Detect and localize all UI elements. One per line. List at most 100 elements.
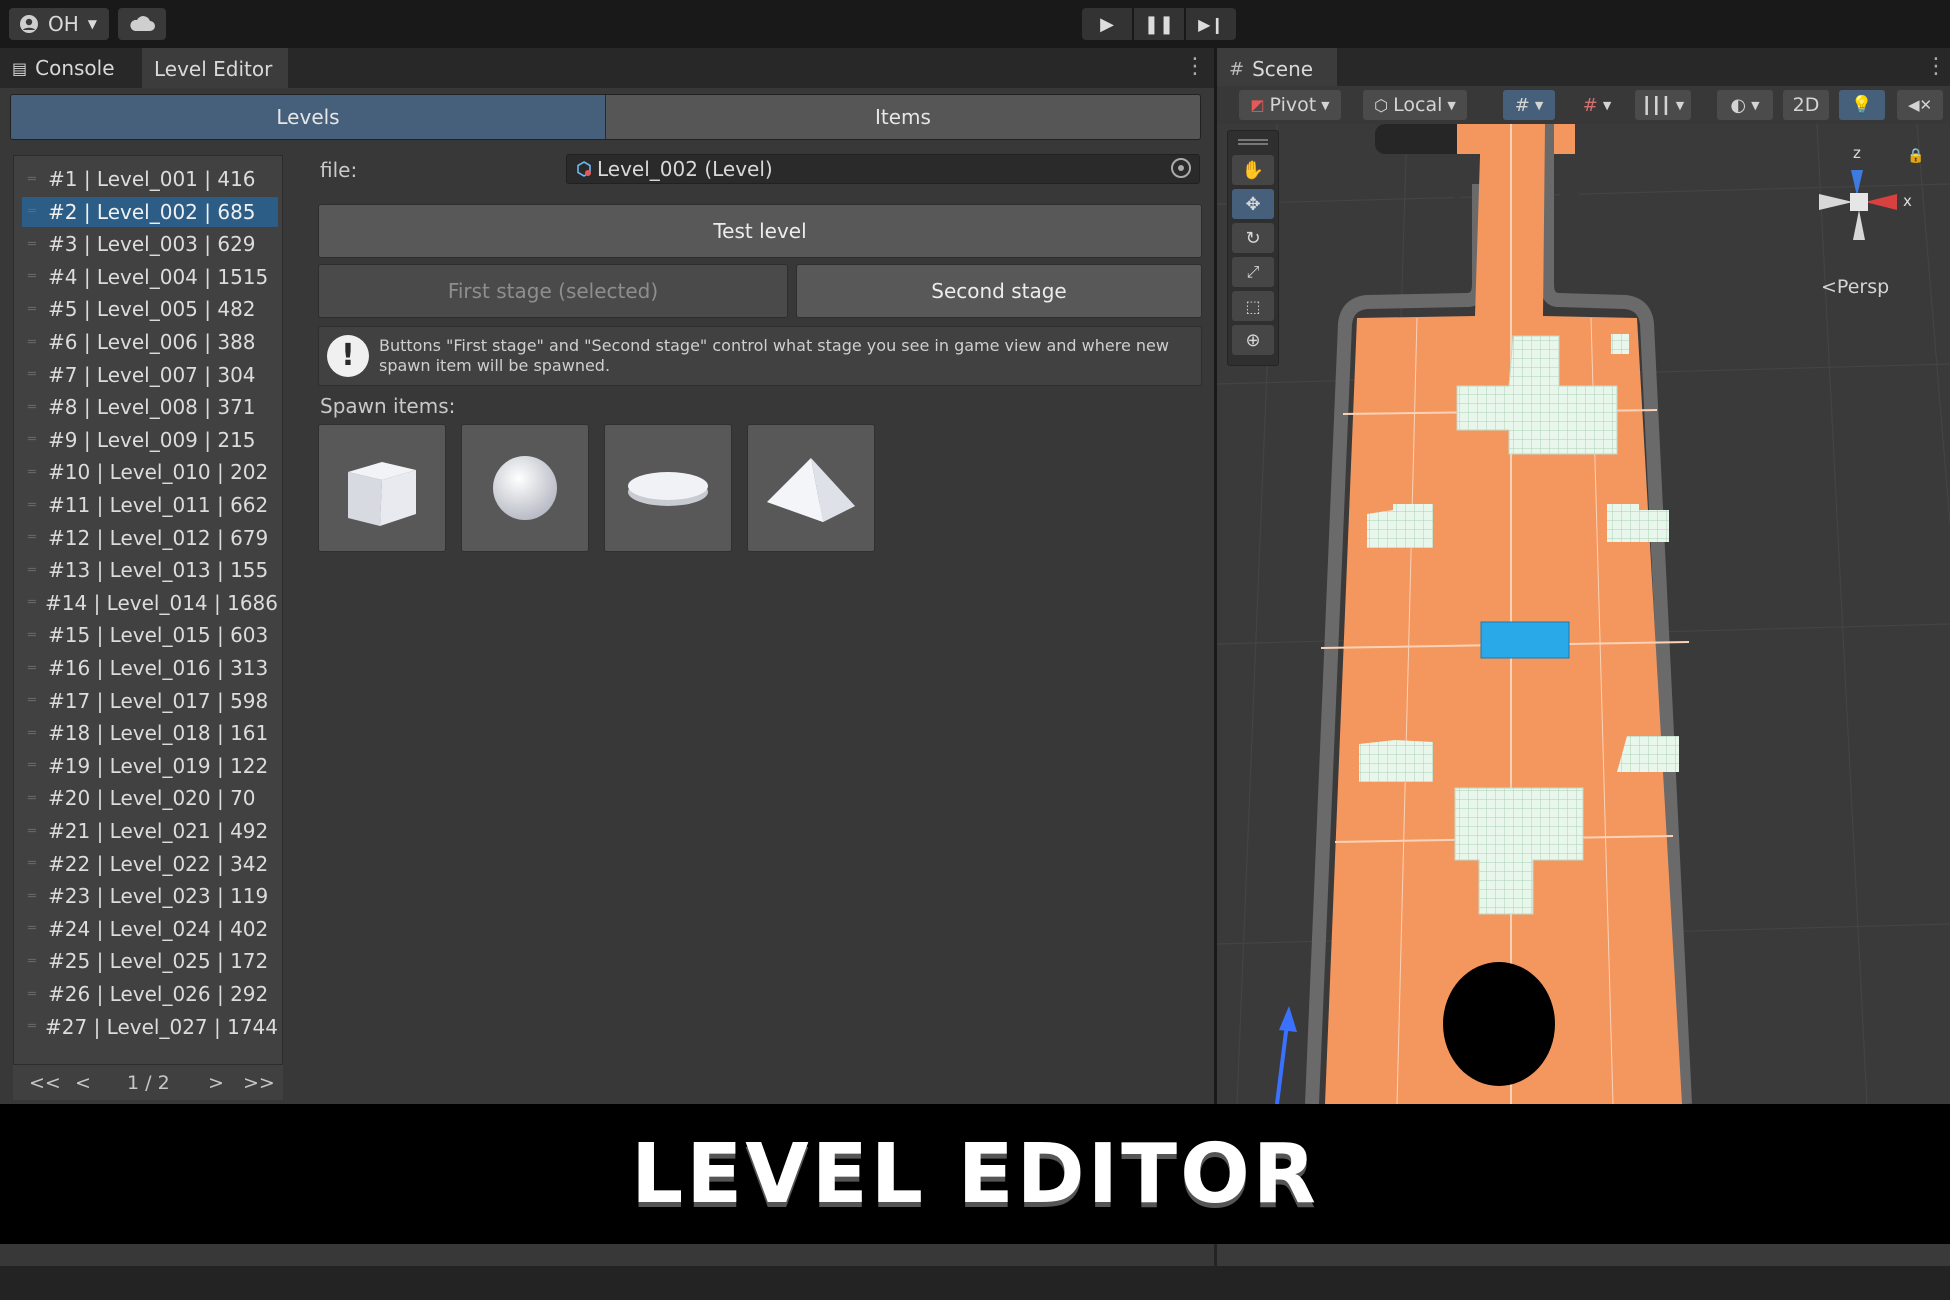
level-list-item[interactable]: ═ #22 | Level_022 | 342 xyxy=(22,849,278,879)
level-list-item[interactable]: ═ #17 | Level_017 | 598 xyxy=(22,686,278,716)
spawn-sphere-button[interactable] xyxy=(461,424,589,552)
level-list-item[interactable]: ═ #1 | Level_001 | 416 xyxy=(22,164,278,194)
level-list-item[interactable]: ═ #21 | Level_021 | 492 xyxy=(22,816,278,846)
drag-handle-icon[interactable]: ═ xyxy=(22,954,48,969)
level-list-item[interactable]: ═ #10 | Level_010 | 202 xyxy=(22,457,278,487)
drag-handle-icon[interactable]: ═ xyxy=(22,856,48,871)
level-list-item[interactable]: ═ #11 | Level_011 | 662 xyxy=(22,490,278,520)
drag-handle-icon[interactable]: ═ xyxy=(22,987,48,1002)
last-page-button[interactable]: >> xyxy=(243,1072,275,1094)
rect-tool[interactable]: ⬚ xyxy=(1232,291,1274,321)
level-list-item[interactable]: ═ #2 | Level_002 | 685 xyxy=(22,196,278,227)
tab-scene[interactable]: # Scene xyxy=(1217,48,1337,88)
drag-handle-icon[interactable]: ═ xyxy=(22,465,48,480)
scene-menu-icon[interactable]: ⋮ xyxy=(1925,56,1947,78)
spawn-pyramid-button[interactable] xyxy=(747,424,875,552)
ruler-toggle[interactable]: ┃┃┃ ▼ xyxy=(1635,90,1691,120)
hand-tool[interactable]: ✋ xyxy=(1232,155,1274,185)
panel-menu-icon[interactable]: ⋮ xyxy=(1184,56,1206,78)
drag-handle-icon[interactable]: ═ xyxy=(22,628,48,643)
tools-drag-handle[interactable] xyxy=(1238,139,1268,145)
second-stage-button[interactable]: Second stage xyxy=(796,264,1202,318)
level-list-item[interactable]: ═ #4 | Level_004 | 1515 xyxy=(22,262,278,292)
rotate-tool[interactable]: ↻ xyxy=(1232,223,1274,253)
object-picker-icon[interactable] xyxy=(1171,158,1191,178)
spawn-disc-button[interactable] xyxy=(604,424,732,552)
move-tool[interactable]: ✥ xyxy=(1232,189,1274,219)
drag-handle-icon[interactable]: ═ xyxy=(22,400,48,415)
pause-button[interactable]: ❚❚ xyxy=(1134,8,1184,40)
drag-handle-icon[interactable]: ═ xyxy=(22,530,48,545)
drag-handle-icon[interactable]: ═ xyxy=(22,237,48,252)
tab-level-editor[interactable]: Level Editor xyxy=(142,48,288,88)
level-file-field[interactable]: Level_002 (Level) xyxy=(566,154,1200,184)
level-list-item[interactable]: ═ #7 | Level_007 | 304 xyxy=(22,360,278,390)
level-list-item[interactable]: ═ #23 | Level_023 | 119 xyxy=(22,881,278,911)
level-list-item[interactable]: ═ #14 | Level_014 | 1686 xyxy=(22,588,278,618)
2d-toggle[interactable]: 2D xyxy=(1783,90,1829,120)
level-list-item[interactable]: ═ #12 | Level_012 | 679 xyxy=(22,523,278,553)
level-list-item[interactable]: ═ #6 | Level_006 | 388 xyxy=(22,327,278,357)
drag-handle-icon[interactable]: ═ xyxy=(22,726,48,741)
drag-handle-icon[interactable]: ═ xyxy=(22,204,48,219)
prev-page-button[interactable]: < xyxy=(75,1072,91,1094)
tab-items[interactable]: Items xyxy=(606,95,1200,139)
increment-snap-toggle[interactable]: # ▼ xyxy=(1571,90,1623,120)
level-list-item[interactable]: ═ #26 | Level_026 | 292 xyxy=(22,979,278,1009)
level-list-item[interactable]: ═ #19 | Level_019 | 122 xyxy=(22,751,278,781)
drag-handle-icon[interactable]: ═ xyxy=(22,432,48,447)
scale-tool[interactable]: ⤢ xyxy=(1232,257,1274,287)
transform-tool[interactable]: ⊕ xyxy=(1232,325,1274,355)
first-stage-button[interactable]: First stage (selected) xyxy=(318,264,788,318)
level-list-item-label: #1 | Level_001 | 416 xyxy=(48,167,256,191)
next-page-button[interactable]: > xyxy=(208,1072,224,1094)
lock-icon[interactable]: 🔒 xyxy=(1907,148,1924,164)
level-list-item[interactable]: ═ #24 | Level_024 | 402 xyxy=(22,914,278,944)
local-dropdown[interactable]: ⬡ Local ▼ xyxy=(1363,90,1467,120)
level-list-item[interactable]: ═ #3 | Level_003 | 629 xyxy=(22,229,278,259)
drag-handle-icon[interactable]: ═ xyxy=(22,824,48,839)
play-button[interactable]: ▶ xyxy=(1082,8,1132,40)
level-list-item[interactable]: ═ #9 | Level_009 | 215 xyxy=(22,425,278,455)
test-level-button[interactable]: Test level xyxy=(318,204,1202,258)
level-list-item[interactable]: ═ #5 | Level_005 | 482 xyxy=(22,294,278,324)
level-list-item[interactable]: ═ #15 | Level_015 | 603 xyxy=(22,620,278,650)
drag-handle-icon[interactable]: ═ xyxy=(22,595,45,610)
level-list-item[interactable]: ═ #27 | Level_027 | 1744 xyxy=(22,1012,278,1042)
drag-handle-icon[interactable]: ═ xyxy=(22,921,48,936)
drag-handle-icon[interactable]: ═ xyxy=(22,758,48,773)
level-list-item[interactable]: ═ #8 | Level_008 | 371 xyxy=(22,392,278,422)
perspective-toggle[interactable]: <Persp xyxy=(1821,276,1889,298)
spawn-cube-button[interactable] xyxy=(318,424,446,552)
scene-viewport[interactable]: ✋ ✥ ↻ ⤢ ⬚ ⊕ z x 🔒 <Persp xyxy=(1217,124,1950,1104)
drag-handle-icon[interactable]: ═ xyxy=(22,172,48,187)
level-list-item[interactable]: ═ #25 | Level_025 | 172 xyxy=(22,946,278,976)
drag-handle-icon[interactable]: ═ xyxy=(22,335,48,350)
lighting-toggle[interactable]: 💡 xyxy=(1839,90,1885,120)
drag-handle-icon[interactable]: ═ xyxy=(22,791,48,806)
drag-handle-icon[interactable]: ═ xyxy=(22,693,48,708)
orientation-gizmo[interactable]: z x xyxy=(1807,144,1917,254)
shading-dropdown[interactable]: ◐ ▼ xyxy=(1717,90,1773,120)
drag-handle-icon[interactable]: ═ xyxy=(22,498,48,513)
drag-handle-icon[interactable]: ═ xyxy=(22,302,48,317)
drag-handle-icon[interactable]: ═ xyxy=(22,367,48,382)
drag-handle-icon[interactable]: ═ xyxy=(22,269,48,284)
tab-console[interactable]: ▤ Console xyxy=(0,48,127,88)
level-list-item[interactable]: ═ #16 | Level_016 | 313 xyxy=(22,653,278,683)
step-button[interactable]: ▶❙ xyxy=(1186,8,1236,40)
level-list-item[interactable]: ═ #13 | Level_013 | 155 xyxy=(22,555,278,585)
tab-levels[interactable]: Levels xyxy=(11,95,606,139)
drag-handle-icon[interactable]: ═ xyxy=(22,1019,45,1034)
level-list-item[interactable]: ═ #18 | Level_018 | 161 xyxy=(22,718,278,748)
drag-handle-icon[interactable]: ═ xyxy=(22,661,48,676)
grid-snap-toggle[interactable]: # ▼ xyxy=(1503,90,1555,120)
level-list-item[interactable]: ═ #20 | Level_020 | 70 xyxy=(22,783,278,813)
account-dropdown[interactable]: OH ▼ xyxy=(9,8,109,40)
first-page-button[interactable]: << xyxy=(29,1072,61,1094)
drag-handle-icon[interactable]: ═ xyxy=(22,889,48,904)
audio-toggle[interactable]: ◀✕ xyxy=(1897,90,1943,120)
cloud-button[interactable] xyxy=(118,8,166,40)
drag-handle-icon[interactable]: ═ xyxy=(22,563,48,578)
pivot-dropdown[interactable]: ◩ Pivot ▼ xyxy=(1239,90,1341,120)
